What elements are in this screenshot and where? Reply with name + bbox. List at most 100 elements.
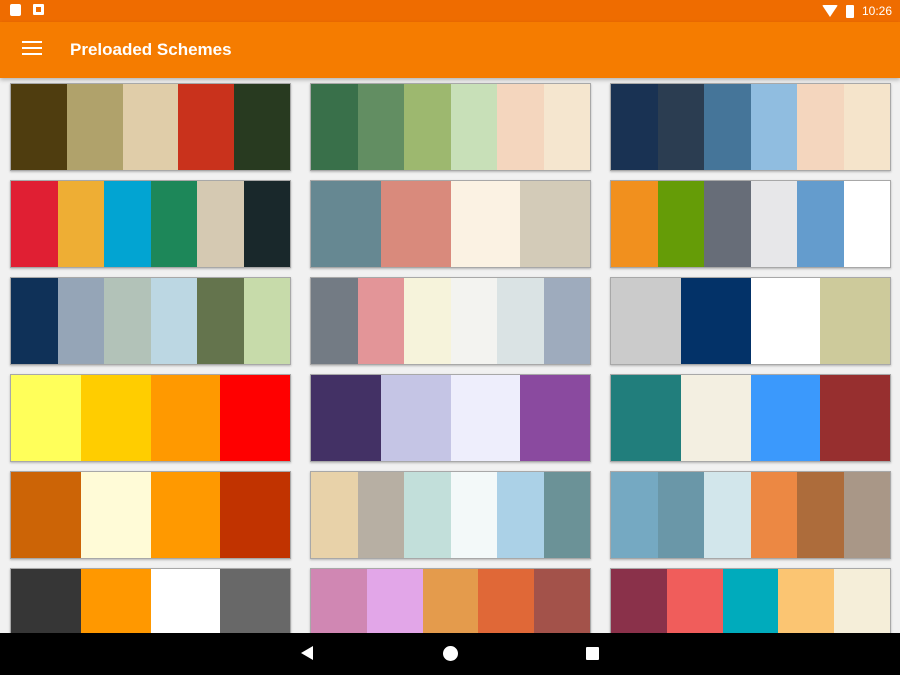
scheme-card[interactable] [610,277,891,365]
sd-card-icon [10,4,21,16]
color-swatch [122,84,179,170]
color-swatch [750,472,797,558]
color-swatch [543,278,590,364]
color-swatch [404,278,451,364]
color-swatch [311,278,358,364]
color-swatch [657,472,704,558]
scheme-card[interactable] [610,568,891,633]
color-swatch [11,181,58,267]
color-swatch [666,569,723,633]
color-swatch [520,181,590,267]
battery-icon [845,4,854,18]
color-swatch [57,278,104,364]
scheme-card[interactable] [310,374,591,462]
color-swatch [104,181,151,267]
color-swatch [843,472,890,558]
scheme-card[interactable] [610,83,891,171]
color-swatch [220,569,290,633]
hamburger-menu-icon[interactable] [22,41,42,57]
scheme-card[interactable] [310,568,591,633]
back-icon[interactable] [301,646,313,660]
scheme-card[interactable] [310,83,591,171]
color-swatch [234,84,290,170]
color-swatch [778,569,835,633]
color-swatch [80,375,151,461]
color-swatch [611,84,658,170]
home-icon[interactable] [443,646,458,661]
color-swatch [150,278,197,364]
color-swatch [478,569,535,633]
recents-icon[interactable] [586,647,599,660]
color-swatch [497,278,544,364]
scheme-card[interactable] [610,180,891,268]
color-swatch [797,84,844,170]
color-swatch [104,278,151,364]
color-swatch [311,472,358,558]
color-swatch [704,181,751,267]
color-swatch [357,278,404,364]
color-swatch [404,84,451,170]
color-swatch [422,569,479,633]
color-swatch [704,472,751,558]
color-swatch [450,84,497,170]
color-swatch [611,278,681,364]
color-swatch [450,181,521,267]
color-swatch [80,569,151,633]
color-swatch [722,569,779,633]
scheme-card[interactable] [310,180,591,268]
color-swatch [534,569,590,633]
color-swatch [11,278,58,364]
color-swatch [220,472,290,558]
color-swatch [357,84,404,170]
color-swatch [220,375,290,461]
color-swatch [450,278,497,364]
scheme-grid[interactable] [0,78,900,633]
color-swatch [834,569,890,633]
color-swatch [797,181,844,267]
status-bar: 10:26 [0,0,900,22]
color-swatch [357,472,404,558]
color-swatch [680,375,751,461]
color-swatch [380,181,451,267]
color-swatch [520,375,590,461]
color-swatch [750,84,797,170]
color-swatch [178,84,235,170]
scheme-card[interactable] [310,277,591,365]
color-swatch [750,375,821,461]
color-swatch [243,278,290,364]
scheme-card[interactable] [610,471,891,559]
scheme-card[interactable] [310,471,591,559]
scheme-card[interactable] [10,180,291,268]
color-swatch [750,181,797,267]
color-swatch [380,375,451,461]
color-swatch [843,181,890,267]
wifi-icon [821,5,838,17]
color-swatch [311,181,381,267]
color-swatch [404,472,451,558]
color-swatch [497,472,544,558]
scheme-card[interactable] [10,83,291,171]
color-swatch [11,472,81,558]
color-swatch [843,84,890,170]
color-swatch [611,181,658,267]
color-swatch [57,181,104,267]
color-swatch [197,181,244,267]
color-swatch [450,472,497,558]
scheme-card[interactable] [10,277,291,365]
scheme-card[interactable] [10,471,291,559]
color-swatch [543,84,590,170]
scheme-card[interactable] [10,374,291,462]
scheme-card[interactable] [10,568,291,633]
page-title: Preloaded Schemes [70,40,232,59]
color-swatch [311,375,381,461]
color-swatch [11,84,67,170]
color-swatch [611,569,667,633]
color-swatch [450,375,521,461]
color-swatch [543,472,590,558]
color-swatch [820,278,890,364]
color-swatch [497,84,544,170]
photo-icon [33,4,44,15]
color-swatch [243,181,290,267]
scheme-card[interactable] [610,374,891,462]
clock: 10:26 [861,4,892,18]
